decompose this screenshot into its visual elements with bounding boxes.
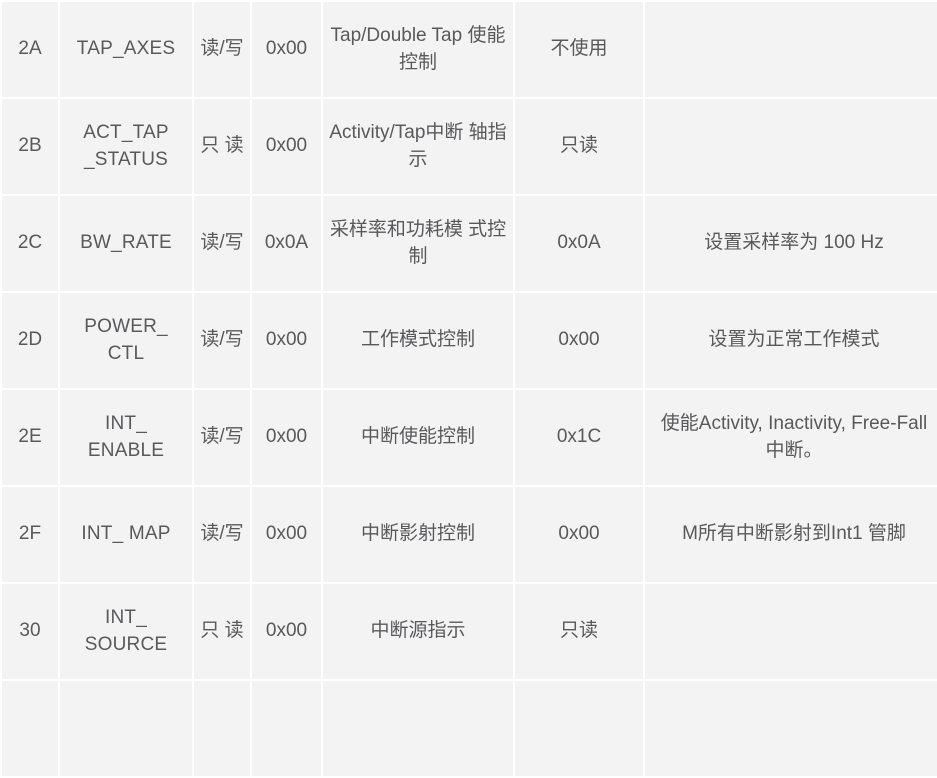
table-row: 2C BW_RATE 读/写 0x0A 采样率和功耗模 式控制 0x0A 设置采… xyxy=(2,196,937,291)
cell-access: 读/写 xyxy=(194,196,250,291)
cell-address: 2F xyxy=(2,487,58,582)
cell-description: 中断源指示 xyxy=(323,584,513,679)
cell-note: 使能Activity, Inactivity, Free-Fall 中断。 xyxy=(645,390,937,485)
cell-set-value: 0x00 xyxy=(515,487,643,582)
cell-description: Activity/Tap中断 轴指示 xyxy=(323,99,513,194)
cell-set-value xyxy=(515,681,643,776)
cell-access: 只 读 xyxy=(194,584,250,679)
table-row: 30 INT_ SOURCE 只 读 0x00 中断源指示 只读 xyxy=(2,584,937,679)
cell-address xyxy=(2,681,58,776)
cell-note xyxy=(645,2,937,97)
cell-set-value: 0x00 xyxy=(515,293,643,388)
register-map-table: 2A TAP_AXES 读/写 0x00 Tap/Double Tap 使能控制… xyxy=(0,0,937,778)
cell-address: 2E xyxy=(2,390,58,485)
cell-address: 2D xyxy=(2,293,58,388)
cell-access xyxy=(194,681,250,776)
cell-default-value: 0x00 xyxy=(252,293,321,388)
register-table-body: 2A TAP_AXES 读/写 0x00 Tap/Double Tap 使能控制… xyxy=(2,2,937,776)
cell-description: 中断影射控制 xyxy=(323,487,513,582)
cell-address: 2B xyxy=(2,99,58,194)
cell-default-value: 0x00 xyxy=(252,390,321,485)
cell-default-value: 0x0A xyxy=(252,196,321,291)
cell-note xyxy=(645,99,937,194)
cell-access: 读/写 xyxy=(194,390,250,485)
cell-address: 2C xyxy=(2,196,58,291)
cell-register-name: INT_ SOURCE xyxy=(60,584,192,679)
cell-default-value: 0x00 xyxy=(252,99,321,194)
cell-note: 设置采样率为 100 Hz xyxy=(645,196,937,291)
table-row: 2B ACT_TAP _STATUS 只 读 0x00 Activity/Tap… xyxy=(2,99,937,194)
cell-default-value: 0x00 xyxy=(252,584,321,679)
cell-default-value: 0x00 xyxy=(252,487,321,582)
cell-default-value: 0x00 xyxy=(252,2,321,97)
cell-register-name: ACT_TAP _STATUS xyxy=(60,99,192,194)
table-row: 2A TAP_AXES 读/写 0x00 Tap/Double Tap 使能控制… xyxy=(2,2,937,97)
table-row: 2F INT_ MAP 读/写 0x00 中断影射控制 0x00 M所有中断影射… xyxy=(2,487,937,582)
cell-note: M所有中断影射到Int1 管脚 xyxy=(645,487,937,582)
cell-access: 读/写 xyxy=(194,293,250,388)
table-row: 2D POWER_ CTL 读/写 0x00 工作模式控制 0x00 设置为正常… xyxy=(2,293,937,388)
cell-register-name: INT_ MAP xyxy=(60,487,192,582)
cell-set-value: 0x0A xyxy=(515,196,643,291)
cell-default-value xyxy=(252,681,321,776)
cell-description xyxy=(323,681,513,776)
cell-description: 中断使能控制 xyxy=(323,390,513,485)
cell-set-value: 不使用 xyxy=(515,2,643,97)
cell-access: 读/写 xyxy=(194,487,250,582)
table-row-partial-bottom xyxy=(2,681,937,776)
cell-register-name: TAP_AXES xyxy=(60,2,192,97)
cell-set-value: 0x1C xyxy=(515,390,643,485)
cell-description: 工作模式控制 xyxy=(323,293,513,388)
cell-register-name: BW_RATE xyxy=(60,196,192,291)
cell-set-value: 只读 xyxy=(515,584,643,679)
cell-address: 2A xyxy=(2,2,58,97)
cell-set-value: 只读 xyxy=(515,99,643,194)
cell-register-name xyxy=(60,681,192,776)
cell-register-name: INT_ ENABLE xyxy=(60,390,192,485)
cell-note xyxy=(645,681,937,776)
cell-access: 读/写 xyxy=(194,2,250,97)
cell-note: 设置为正常工作模式 xyxy=(645,293,937,388)
table-row: 2E INT_ ENABLE 读/写 0x00 中断使能控制 0x1C 使能Ac… xyxy=(2,390,937,485)
cell-register-name: POWER_ CTL xyxy=(60,293,192,388)
cell-note xyxy=(645,584,937,679)
cell-description: Tap/Double Tap 使能控制 xyxy=(323,2,513,97)
cell-access: 只 读 xyxy=(194,99,250,194)
cell-address: 30 xyxy=(2,584,58,679)
cell-description: 采样率和功耗模 式控制 xyxy=(323,196,513,291)
